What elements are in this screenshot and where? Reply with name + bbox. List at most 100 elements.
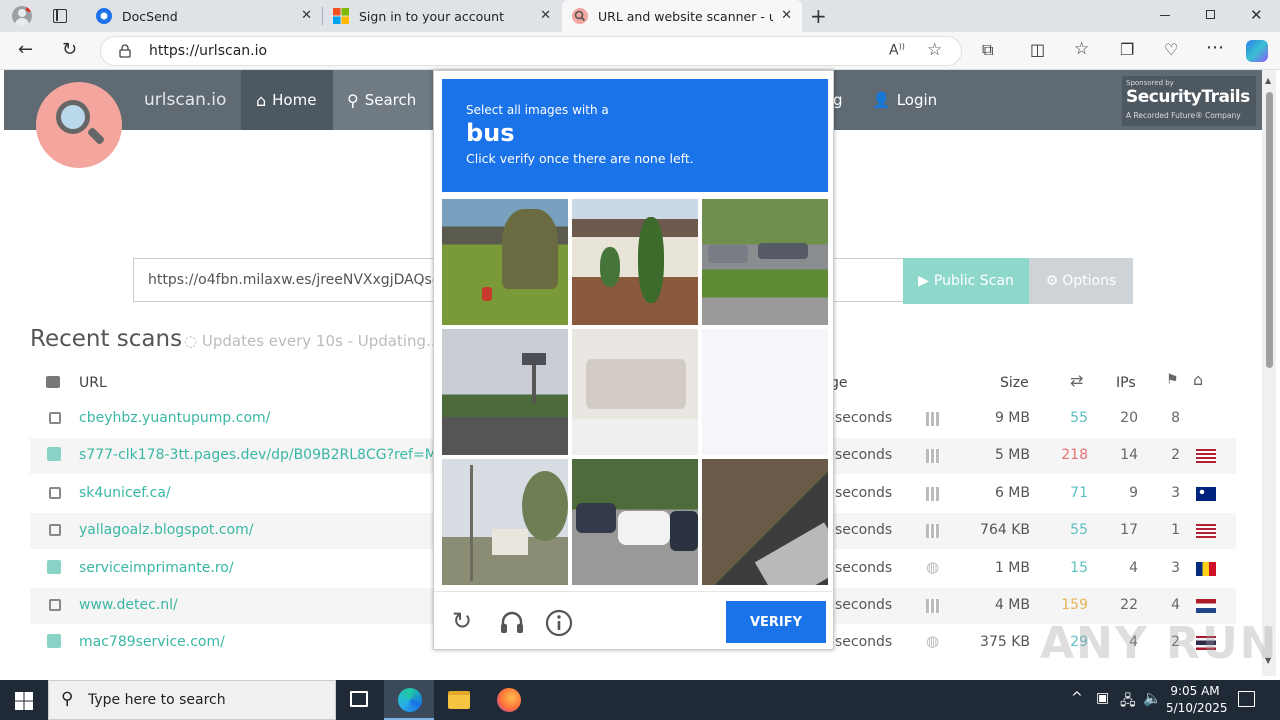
browser-essentials-icon[interactable]: ♡ — [1164, 40, 1178, 59]
read-aloud-icon[interactable]: A)) — [889, 42, 905, 59]
profile-avatar-icon[interactable] — [12, 6, 32, 26]
scan-url-link[interactable]: cbeyhbz.yuantupump.com/ — [79, 410, 270, 426]
scan-age: seconds — [835, 597, 893, 613]
request-count: 71 — [1070, 484, 1088, 501]
country-count: 3 — [1171, 559, 1180, 576]
close-window-icon[interactable]: ✕ — [1250, 6, 1263, 24]
favorite-star-icon[interactable]: ☆ — [927, 40, 942, 60]
nav-search[interactable]: ⚲ Search — [333, 70, 433, 130]
nav-home[interactable]: ⌂ Home — [241, 70, 333, 130]
captcha-target: bus — [466, 119, 515, 147]
captcha-tile-8[interactable] — [572, 459, 698, 585]
close-tab-icon[interactable]: ✕ — [781, 8, 792, 23]
sponsor-banner[interactable]: Sponsored by SecurityTrails A Recorded F… — [1122, 76, 1256, 126]
captcha-tile-4[interactable] — [442, 329, 568, 455]
scan-url-link[interactable]: yallagoalz.blogspot.com/ — [79, 522, 253, 538]
scan-size: 5 MB — [994, 447, 1030, 464]
collections-icon[interactable]: ❐ — [1120, 40, 1134, 59]
scan-url-link[interactable]: s777-clk178-3tt.pages.dev/dp/B09B2RL8CG?… — [79, 447, 445, 463]
tab-docsend[interactable]: DocSend ✕ — [84, 0, 322, 32]
home-column-icon: ⌂ — [1193, 370, 1204, 389]
brand-logo[interactable] — [36, 82, 122, 168]
url-text[interactable]: https://urlscan.io — [149, 43, 267, 59]
user-icon: 👤 — [872, 91, 891, 109]
verify-button[interactable]: VERIFY — [726, 601, 826, 643]
secure-lock-icon — [47, 447, 61, 462]
home-icon: ⌂ — [256, 90, 267, 110]
more-menu-icon[interactable]: ⋯ — [1206, 37, 1224, 58]
scan-url-link[interactable]: www.detec.nl/ — [79, 597, 178, 613]
brand-name[interactable]: urlscan.io — [144, 70, 226, 130]
nav-partial[interactable]: g — [833, 70, 843, 130]
reload-challenge-icon[interactable]: ↻ — [452, 607, 472, 635]
country-count: 1 — [1171, 522, 1180, 539]
scan-size: 375 KB — [980, 634, 1030, 651]
taskbar: ⚲ Type here to search ^ ▣ 🖧 🔈 9:05 AM 5/… — [0, 680, 1280, 720]
microsoft-favicon-icon — [333, 8, 349, 24]
minimize-icon[interactable] — [1160, 15, 1170, 16]
tab-sign-in[interactable]: Sign in to your account ✕ — [323, 0, 561, 32]
captcha-tile-5[interactable] — [572, 329, 698, 455]
extensions-icon[interactable]: ⧉ — [982, 40, 993, 60]
scan-age: seconds — [835, 447, 893, 464]
audio-challenge-icon[interactable] — [498, 609, 526, 637]
notifications-icon[interactable] — [1238, 691, 1255, 707]
page-scrollbar[interactable]: ▲ ▼ — [1262, 70, 1276, 676]
lock-column-icon — [46, 376, 60, 388]
info-icon[interactable] — [545, 609, 573, 637]
scan-size: 764 KB — [980, 522, 1030, 539]
windows-start-icon[interactable] — [15, 692, 33, 710]
split-screen-icon[interactable]: ◫ — [1030, 40, 1045, 59]
copilot-icon[interactable] — [1246, 40, 1268, 62]
scan-age: seconds — [835, 522, 893, 539]
request-count: 55 — [1070, 410, 1088, 426]
firefox-icon[interactable] — [497, 688, 521, 712]
nav-login[interactable]: 👤 Login — [872, 70, 937, 130]
close-tab-icon[interactable]: ✕ — [301, 8, 312, 23]
captcha-tile-6[interactable] — [702, 329, 828, 455]
docsend-favicon-icon — [96, 8, 112, 24]
scan-size: 6 MB — [994, 484, 1030, 501]
captcha-tile-3[interactable] — [702, 199, 828, 325]
meet-now-icon[interactable]: ▣ — [1096, 690, 1109, 706]
request-count: 159 — [1061, 597, 1088, 613]
favorites-icon[interactable]: ☆ — [1074, 39, 1089, 59]
tab-title: DocSend — [122, 8, 178, 24]
edge-taskbar-icon[interactable] — [384, 680, 434, 720]
back-icon[interactable]: ← — [18, 39, 33, 60]
task-view-icon[interactable] — [350, 691, 368, 707]
restore-icon[interactable] — [1206, 10, 1215, 19]
update-status: ◌ Updates every 10s - Updating... — [184, 332, 441, 350]
address-bar[interactable]: https://urlscan.io A)) ☆ — [100, 36, 962, 66]
scan-size: 1 MB — [994, 559, 1030, 576]
unsecured-icon — [49, 599, 61, 611]
volume-icon[interactable]: 🔈 — [1143, 689, 1162, 707]
captcha-tile-1[interactable] — [442, 199, 568, 325]
scan-url-link[interactable]: serviceimprimante.ro/ — [79, 560, 234, 576]
show-hidden-icons[interactable]: ^ — [1071, 690, 1083, 706]
clock[interactable]: 9:05 AM 5/10/2025 — [1166, 683, 1228, 717]
captcha-tile-7[interactable] — [442, 459, 568, 585]
anyrun-watermark: ANY RUN — [1040, 618, 1279, 669]
tab-actions-icon[interactable] — [53, 9, 67, 23]
unsecured-icon — [49, 524, 61, 537]
lock-icon[interactable] — [119, 44, 131, 58]
tab-urlscan[interactable]: URL and website scanner - urlsca ✕ — [562, 0, 802, 32]
captcha-tile-2[interactable] — [572, 199, 698, 325]
flag-column-icon: ⚑ — [1166, 372, 1179, 388]
close-tab-icon[interactable]: ✕ — [540, 8, 551, 23]
tab-strip: DocSend ✕ Sign in to your account ✕ URL … — [0, 0, 1280, 32]
scan-url-link[interactable]: sk4unicef.ca/ — [79, 485, 171, 501]
options-button[interactable]: ⚙ Options — [1029, 258, 1133, 304]
file-explorer-icon[interactable] — [448, 691, 470, 709]
request-count: 15 — [1070, 559, 1088, 576]
scan-url-link[interactable]: mac789service.com/ — [79, 634, 225, 650]
refresh-icon[interactable]: ↻ — [62, 39, 77, 60]
new-tab-icon[interactable]: + — [810, 4, 827, 28]
request-count: 218 — [1061, 447, 1088, 464]
taskbar-search-box[interactable]: ⚲ Type here to search — [48, 680, 336, 720]
captcha-tile-9[interactable] — [702, 459, 828, 585]
scan-age: seconds — [835, 559, 893, 576]
network-icon[interactable]: 🖧 — [1120, 690, 1136, 714]
public-scan-button[interactable]: ▶ Public Scan — [903, 258, 1029, 304]
